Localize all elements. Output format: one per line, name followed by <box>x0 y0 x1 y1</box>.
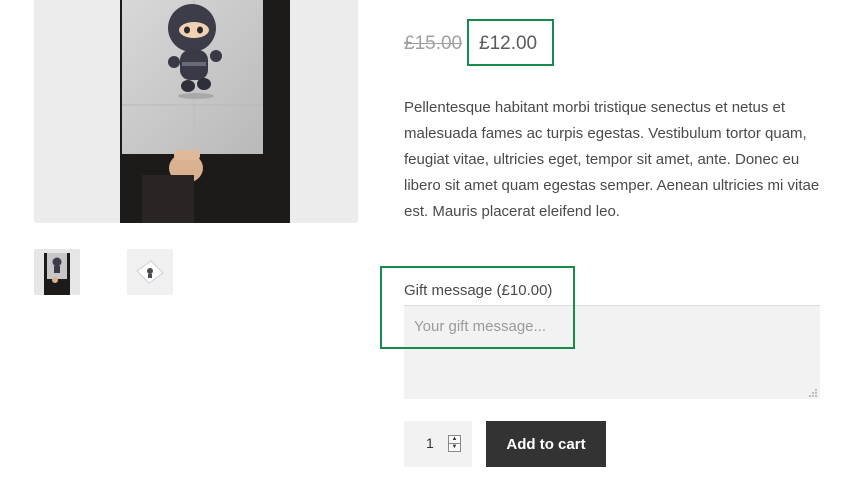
product-thumbnail-1[interactable] <box>34 249 80 295</box>
product-thumbnail-2[interactable] <box>127 249 173 295</box>
quantity-spinner[interactable]: ▲ ▼ <box>448 435 461 452</box>
product-short-description: Pellentesque habitant morbi tristique se… <box>404 99 820 220</box>
spinner-down-icon[interactable]: ▼ <box>449 444 460 451</box>
quantity-stepper[interactable]: 1 ▲ ▼ <box>404 421 472 467</box>
gift-message-highlight-box <box>380 266 575 349</box>
sale-price-highlight-box <box>467 19 554 66</box>
product-main-image[interactable] <box>34 0 358 223</box>
add-to-cart-button[interactable]: Add to cart <box>486 421 606 467</box>
quantity-value[interactable]: 1 <box>426 435 434 451</box>
spinner-up-icon[interactable]: ▲ <box>449 436 460 444</box>
ninja-poster-image <box>34 0 358 223</box>
ninja-poster-flat-thumbnail <box>127 249 173 295</box>
ninja-poster-held-thumbnail <box>34 249 80 295</box>
resize-grip-icon[interactable] <box>808 388 818 398</box>
regular-price: £15.00 <box>404 33 463 54</box>
